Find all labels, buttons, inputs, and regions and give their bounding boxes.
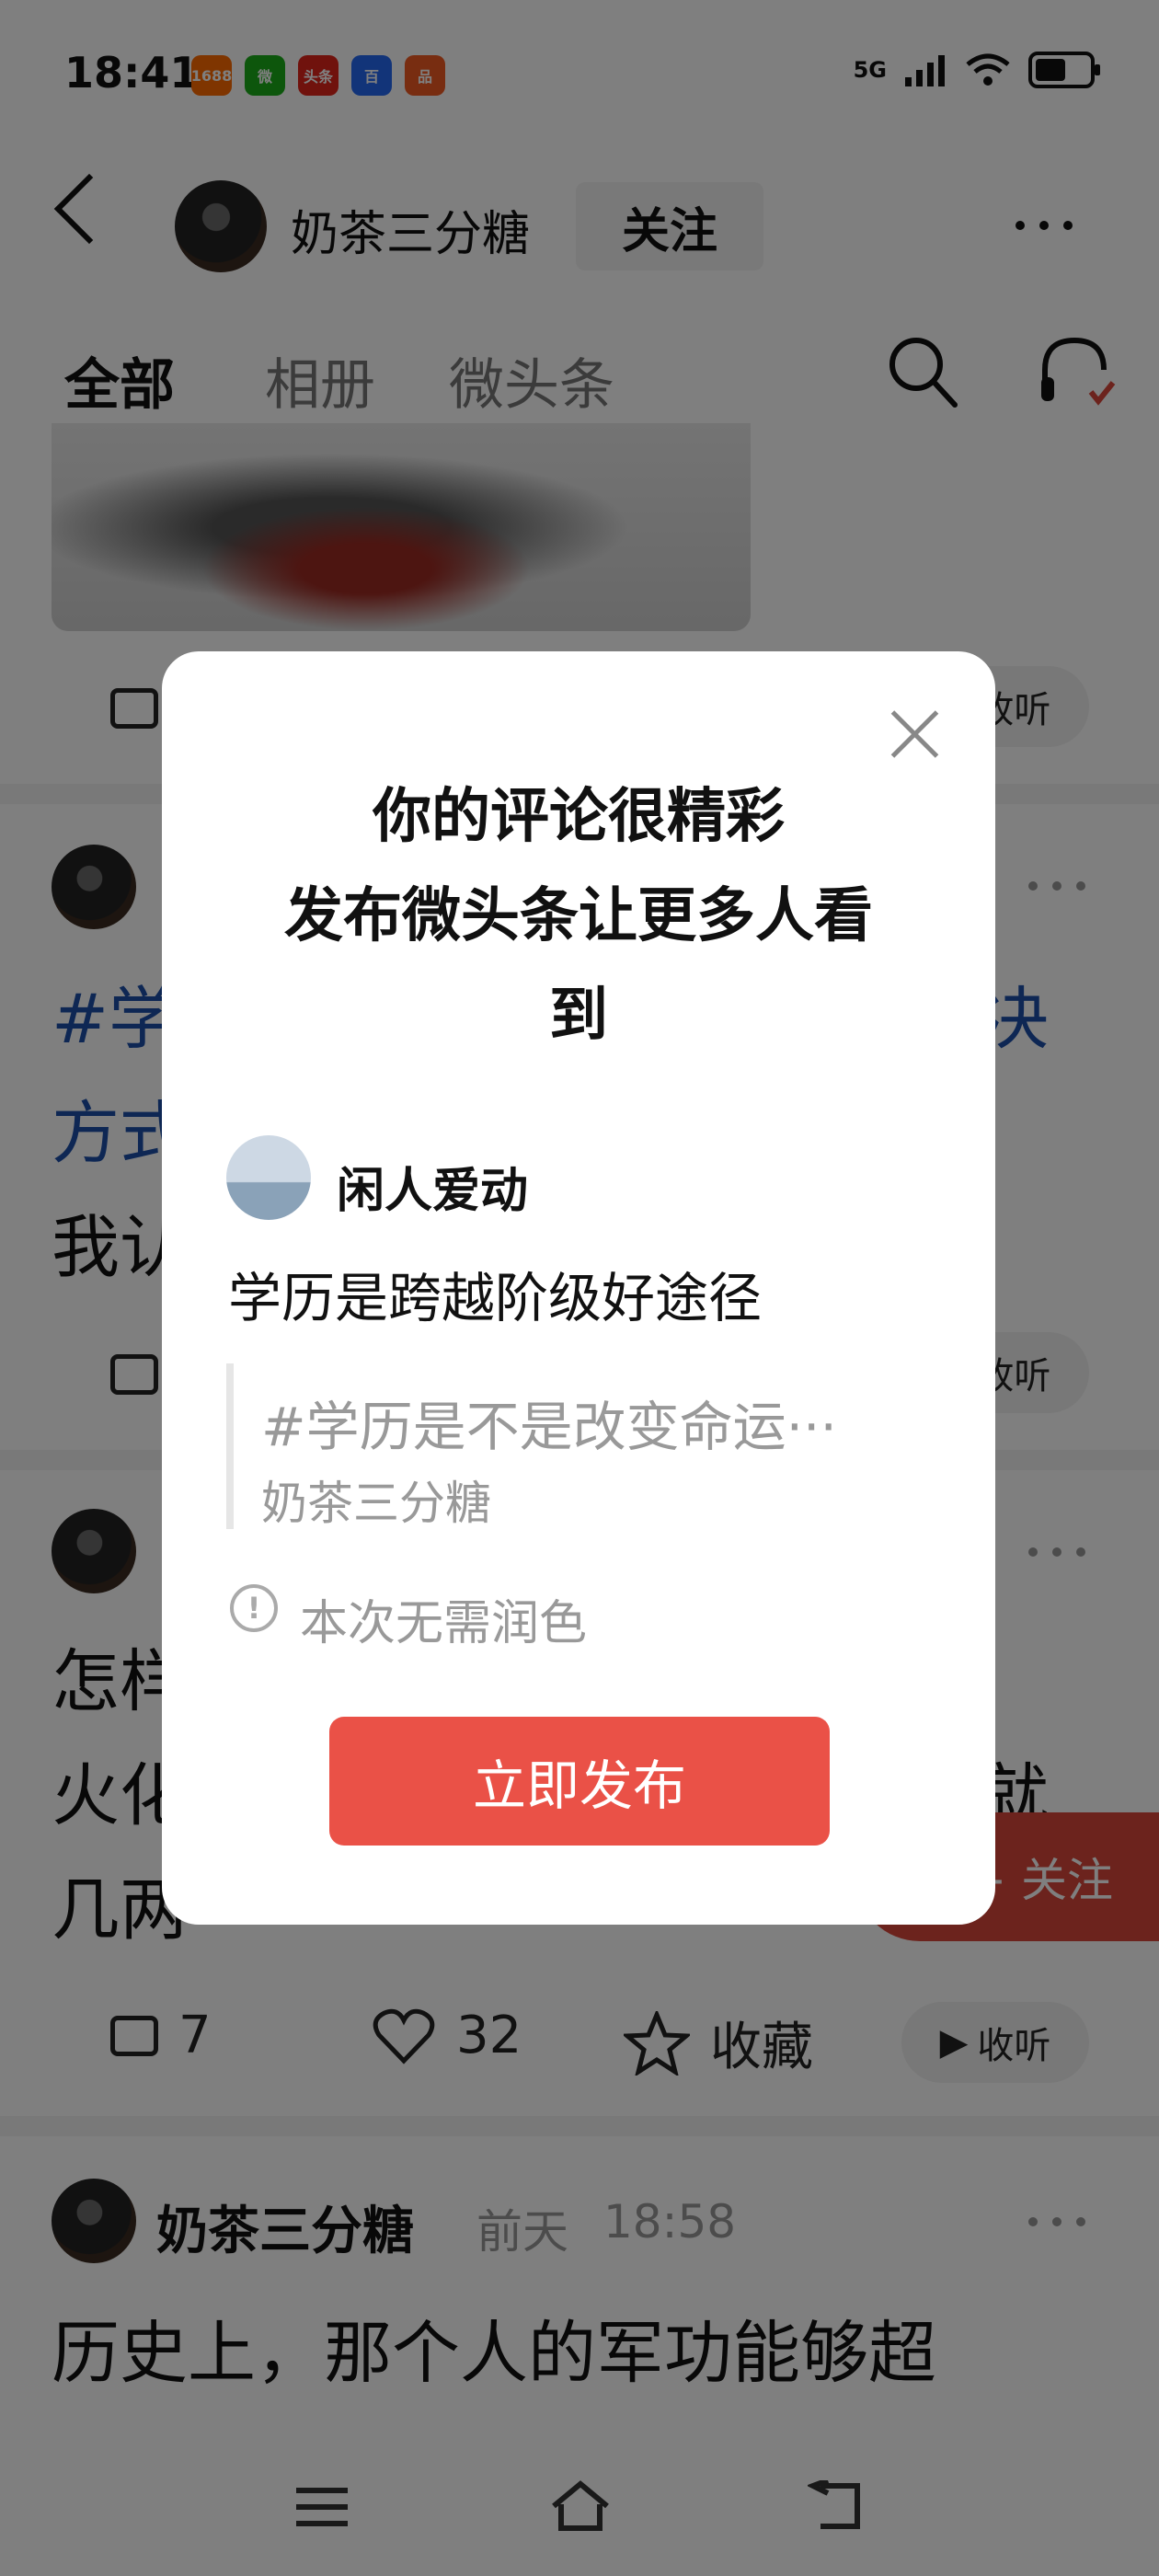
dialog-title-line3: 到: [549, 982, 608, 1050]
dialog-title-line2: 发布微头条让更多人看: [284, 882, 873, 950]
info-icon: !: [230, 1584, 278, 1632]
publish-now-button[interactable]: 立即发布: [329, 1717, 830, 1846]
quoted-post-title: #学历是不是改变命运···: [261, 1396, 837, 1458]
quoted-post-author: 奶茶三分糖: [261, 1477, 491, 1530]
dialog-title-line1: 你的评论很精彩: [373, 783, 785, 851]
comment-text: 学历是跨越阶级好途径: [228, 1267, 763, 1329]
commenter-name: 闲人爱动: [337, 1164, 529, 1219]
quote-bar: [226, 1363, 234, 1529]
polish-status-text: 本次无需润色: [300, 1596, 588, 1651]
commenter-avatar: [226, 1135, 311, 1220]
close-icon[interactable]: [890, 708, 942, 760]
